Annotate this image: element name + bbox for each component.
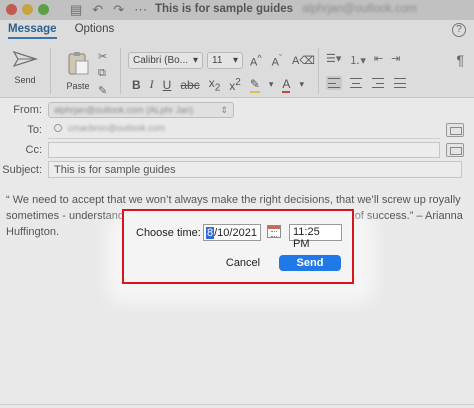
from-label: From: <box>13 104 42 116</box>
font-size-value: 11 <box>212 55 223 66</box>
date-input[interactable]: 8 /10/2021 <box>203 224 261 241</box>
paste-icon <box>68 52 89 75</box>
tab-message[interactable]: Message <box>8 23 57 39</box>
cut-icon[interactable]: ✂ <box>98 50 107 63</box>
ribbon-divider <box>120 48 121 94</box>
align-right-icon[interactable] <box>370 76 386 90</box>
alignment-controls <box>326 76 408 90</box>
body-line: “ We need to accept that we won’t always… <box>6 194 461 206</box>
cc-label: Cc: <box>25 144 43 156</box>
zoom-window-button[interactable] <box>38 4 49 15</box>
chevron-down-icon[interactable]: ▾ <box>299 79 304 90</box>
shrink-font-icon[interactable]: Aˇ <box>269 53 285 69</box>
minimize-window-button[interactable] <box>22 4 33 15</box>
window-account: alphrjan@outlook.com <box>302 3 417 15</box>
to-field[interactable]: cmacbron@outlook.com <box>54 123 165 133</box>
window-title-text: This is for sample guides <box>155 3 294 15</box>
save-icon[interactable]: ▤ <box>70 2 82 18</box>
font-controls: Calibri (Bo... ▾ 11 ▾ A^ Aˇ A⌫ <box>128 52 318 69</box>
chevron-updown-icon: ⇕ <box>220 105 228 115</box>
window-bottom-edge <box>0 404 474 405</box>
align-left-icon[interactable] <box>326 76 342 90</box>
from-select[interactable]: alphrjan@outlook.com (ALphr Jan) ⇕ <box>48 102 234 118</box>
chevron-down-icon[interactable]: ▾ <box>269 79 274 90</box>
undo-icon[interactable]: ↶ <box>92 2 103 18</box>
cc-address-book-button[interactable] <box>446 143 464 157</box>
highlight-icon[interactable]: ✎ <box>249 77 260 93</box>
tab-options[interactable]: Options <box>75 23 115 39</box>
align-center-icon[interactable] <box>348 76 364 90</box>
schedule-send-dialog: Choose time: 8 /10/2021 11:25 PM Cancel … <box>122 209 354 284</box>
paste-button-label: Paste <box>66 81 90 91</box>
justify-icon[interactable] <box>392 76 408 90</box>
to-address-book-button[interactable] <box>446 123 464 137</box>
italic-icon[interactable]: I <box>150 77 154 92</box>
help-icon[interactable]: ? <box>452 23 466 37</box>
list-controls: ☰▾ ⒈▾ ⇤ ⇥ <box>326 52 400 68</box>
window-title: This is for sample guides alphrjan@outlo… <box>155 3 417 15</box>
ribbon-divider <box>318 48 319 94</box>
numbering-icon[interactable]: ⒈▾ <box>349 52 366 68</box>
to-field-underline <box>48 138 440 139</box>
font-name-value: Calibri (Bo... <box>133 55 189 66</box>
send-button-dialog[interactable]: Send <box>279 255 341 271</box>
date-rest-segment[interactable]: /10/2021 <box>214 227 257 239</box>
from-value: alphrjan@outlook.com (ALphr Jan) <box>54 105 194 115</box>
recipient-status-icon <box>54 124 62 132</box>
send-icon <box>12 50 38 68</box>
underline-icon[interactable]: U <box>163 78 172 92</box>
to-label: To: <box>27 124 42 136</box>
calendar-icon[interactable] <box>267 225 281 238</box>
close-window-button[interactable] <box>6 4 17 15</box>
bold-icon[interactable]: B <box>132 78 141 92</box>
date-month-segment[interactable]: 8 <box>206 226 215 239</box>
title-bar: ▤ ↶ ↷ ⋯ This is for sample guides alphrj… <box>0 0 474 20</box>
clipboard-tools: ✂ ⧉ ✎ <box>98 50 107 97</box>
ribbon-tabs: Message Options <box>8 23 114 39</box>
subject-label: Subject: <box>2 164 42 176</box>
chevron-down-icon: ▾ <box>192 55 198 66</box>
bullets-icon[interactable]: ☰▾ <box>326 52 341 68</box>
more-icon[interactable]: ⋯ <box>134 2 147 18</box>
strikethrough-icon[interactable]: abc <box>180 78 199 92</box>
titlebar-toolbar: ▤ ↶ ↷ ⋯ <box>70 2 147 18</box>
send-button-label: Send <box>14 75 36 85</box>
copy-icon[interactable]: ⧉ <box>98 67 107 80</box>
window-controls <box>6 4 49 15</box>
cancel-button[interactable]: Cancel <box>216 255 270 271</box>
ribbon: Message Options ? Send Paste ✂ ⧉ ✎ Calib… <box>0 20 474 98</box>
subscript-icon[interactable]: x2 <box>209 76 221 93</box>
font-name-select[interactable]: Calibri (Bo... ▾ <box>128 52 203 69</box>
superscript-icon[interactable]: x2 <box>229 77 241 93</box>
choose-time-label: Choose time: <box>136 227 201 239</box>
paste-button[interactable]: Paste <box>60 50 96 91</box>
increase-indent-icon[interactable]: ⇥ <box>391 52 400 68</box>
grow-font-icon[interactable]: A^ <box>247 53 265 69</box>
subject-input[interactable]: This is for sample guides <box>48 161 462 178</box>
format-painter-icon[interactable]: ✎ <box>98 84 107 97</box>
send-button[interactable]: Send <box>8 50 42 85</box>
font-color-icon[interactable]: A <box>282 77 291 93</box>
text-style-controls: B I U abc x2 x2 ✎ ▾ A ▾ <box>132 76 304 93</box>
to-recipient[interactable]: cmacbron@outlook.com <box>68 123 165 133</box>
ribbon-divider <box>50 48 51 94</box>
decrease-indent-icon[interactable]: ⇤ <box>374 52 383 68</box>
cc-input[interactable] <box>48 142 440 158</box>
font-size-select[interactable]: 11 ▾ <box>207 52 243 69</box>
redo-icon[interactable]: ↷ <box>113 2 124 18</box>
show-formatting-icon[interactable]: ¶ <box>456 52 464 68</box>
clear-formatting-icon[interactable]: A⌫ <box>289 54 318 67</box>
chevron-down-icon: ▾ <box>232 55 238 66</box>
time-input[interactable]: 11:25 PM <box>289 224 342 250</box>
